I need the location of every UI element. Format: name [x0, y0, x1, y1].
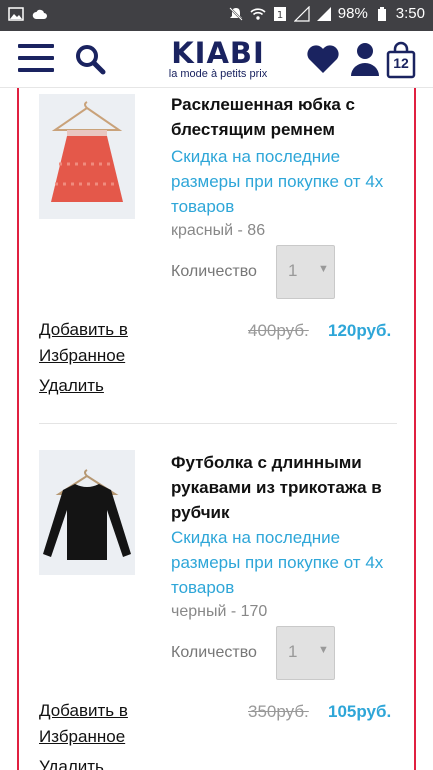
cart-count: 12 — [393, 55, 409, 71]
menu-icon[interactable] — [18, 44, 54, 72]
cart-list: Расклешенная юбка с блестящим ремнем Ски… — [17, 88, 416, 770]
remove-link[interactable]: Удалить — [39, 754, 104, 770]
logo-tagline: la mode à petits prix — [168, 68, 268, 80]
clock: 3:50 — [395, 5, 425, 22]
search-icon[interactable] — [74, 43, 106, 75]
user-icon[interactable] — [350, 42, 380, 76]
product-title[interactable]: Футболка с длинными рукавами из трикотаж… — [171, 450, 401, 525]
battery-icon — [377, 6, 386, 21]
image-icon — [8, 7, 24, 21]
cart-item: Футболка с длинными рукавами из трикотаж… — [19, 424, 414, 770]
promo-text: Скидка на последние размеры при покупке … — [171, 528, 384, 597]
svg-text:1: 1 — [277, 10, 283, 21]
quantity-value: 1 — [288, 261, 298, 280]
quantity-label: Количество — [171, 263, 257, 280]
cart-item: Расклешенная юбка с блестящим ремнем Ски… — [19, 88, 414, 424]
cart-button[interactable]: 12 — [386, 41, 416, 79]
new-price: 120руб. — [328, 321, 392, 340]
new-price: 105руб. — [328, 702, 392, 721]
signal-icon — [293, 5, 310, 22]
tshirt-image — [43, 469, 131, 560]
dropdown-arrow-icon: ▼ — [318, 644, 329, 656]
status-bar: 1 98% 3:50 — [0, 0, 433, 31]
sim1-icon: 1 — [273, 6, 286, 21]
dropdown-arrow-icon: ▼ — [318, 263, 329, 275]
skirt-image — [51, 101, 123, 202]
cloud-icon — [32, 9, 47, 19]
battery-percent: 98% — [337, 5, 368, 22]
quantity-label: Количество — [171, 644, 257, 661]
quantity-select[interactable]: 1 ▼ — [276, 245, 335, 299]
old-price: 400руб. — [248, 321, 309, 340]
product-variant: красный - 86 — [171, 222, 266, 239]
product-title[interactable]: Расклешенная юбка с блестящим ремнем — [171, 92, 401, 142]
kiabi-logo[interactable]: KIABI la mode à petits prix — [158, 37, 278, 80]
product-variant: черный - 170 — [171, 603, 268, 620]
quantity-value: 1 — [288, 642, 298, 661]
logo-brand: KIABI — [171, 36, 265, 70]
add-to-favorites-link[interactable]: Добавить в Избранное — [39, 317, 149, 369]
product-image[interactable] — [39, 94, 135, 219]
old-price: 350руб. — [248, 702, 309, 721]
add-to-favorites-link[interactable]: Добавить в Избранное — [39, 698, 149, 750]
promo-text: Скидка на последние размеры при покупке … — [171, 147, 384, 216]
signal-full-icon — [316, 6, 331, 21]
product-image[interactable] — [39, 450, 135, 575]
wifi-icon — [250, 7, 266, 20]
heart-icon[interactable] — [306, 44, 340, 74]
remove-link[interactable]: Удалить — [39, 373, 104, 399]
mute-icon — [229, 6, 243, 21]
app-header: KIABI la mode à petits prix 12 — [0, 31, 433, 88]
quantity-select[interactable]: 1 ▼ — [276, 626, 335, 680]
